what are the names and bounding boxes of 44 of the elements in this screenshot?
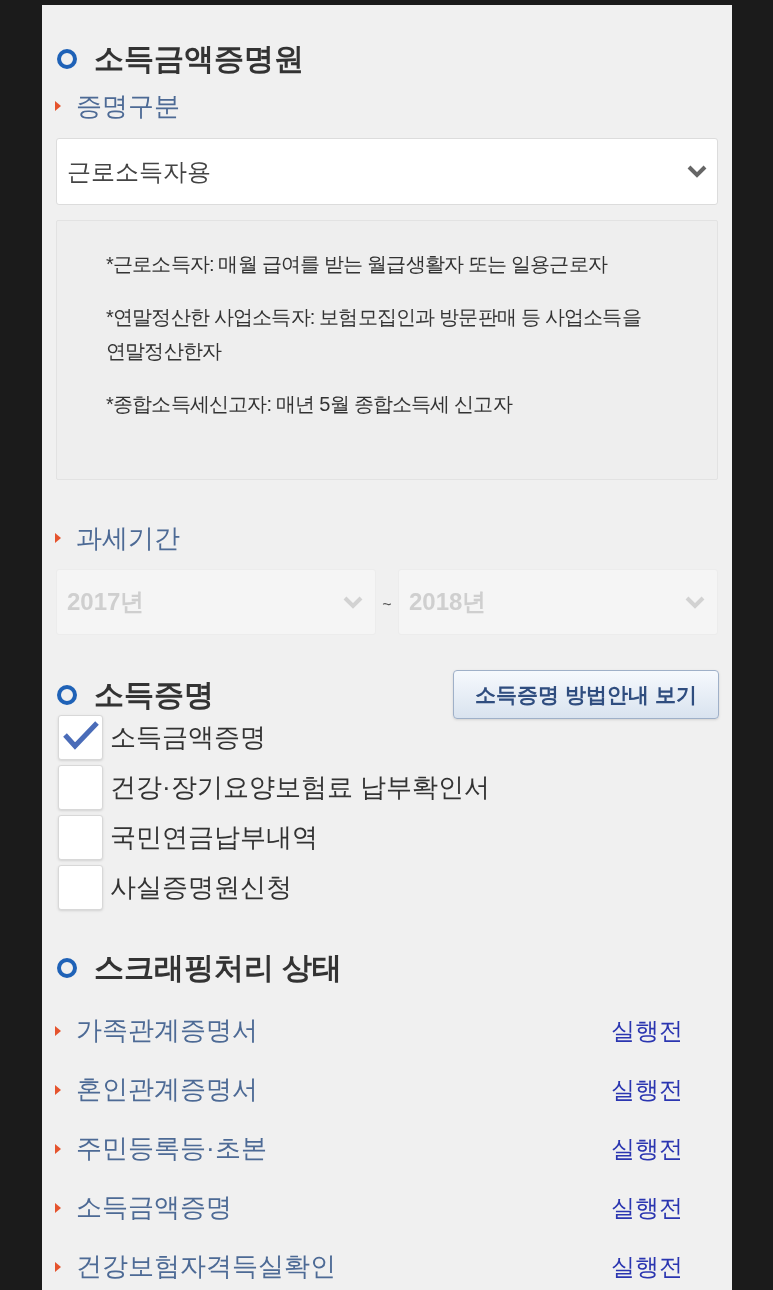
- document-name: 건강보험자격득실확인: [76, 1250, 336, 1283]
- triangle-icon: [55, 533, 61, 543]
- checkbox[interactable]: [58, 815, 103, 860]
- note-text: *근로소득자: 매월 급여를 받는 월급생활자 또는 일용근로자: [106, 252, 609, 277]
- checkbox-label: 사실증명원신청: [110, 871, 292, 904]
- separator-text: ~: [382, 595, 392, 615]
- status-text: 실행전: [611, 1192, 683, 1223]
- field-label: 증명구분: [76, 90, 180, 122]
- section-heading: 소득금액증명원: [94, 41, 304, 77]
- ring-icon: [57, 49, 77, 69]
- document-name: 가족관계증명서: [76, 1014, 258, 1047]
- document-name: 혼인관계증명서: [76, 1073, 258, 1106]
- checkbox-label: 국민연금납부내역: [110, 821, 318, 854]
- section-heading: 스크래핑처리 상태: [94, 950, 343, 986]
- field-label: 과세기간: [76, 522, 180, 554]
- chevron-icon: [685, 595, 705, 609]
- checkbox[interactable]: [58, 715, 103, 760]
- ring-icon: [57, 958, 77, 978]
- status-text: 실행전: [611, 1133, 683, 1164]
- ring-icon: [57, 684, 77, 705]
- document-name: 주민등록등·초본: [76, 1132, 267, 1165]
- note-text: *종합소득세신고자: 매년 5월 종합소득세 신고자: [106, 392, 514, 417]
- triangle-icon: [55, 101, 61, 111]
- note-text: *연말정산한 사업소득자: 보험모집인과 방문판매 등 사업소득을 연말정산한자: [106, 305, 642, 364]
- status-text: 실행전: [611, 1015, 683, 1046]
- chevron-icon: [687, 165, 707, 178]
- document-name: 소득금액증명: [76, 1191, 232, 1224]
- select-value: 근로소득자용: [67, 156, 211, 187]
- triangle-icon: [55, 1143, 61, 1154]
- triangle-icon: [55, 1261, 61, 1272]
- checkbox-label: 건강·장기요양보험료 납부확인서: [110, 771, 490, 804]
- section-heading: 소득증명: [94, 676, 214, 713]
- checkbox[interactable]: [58, 765, 103, 810]
- triangle-icon: [55, 1084, 61, 1095]
- triangle-icon: [55, 1025, 61, 1036]
- checkbox-label: 소득금액증명: [110, 721, 266, 754]
- status-text: 실행전: [611, 1074, 683, 1105]
- checkmark-icon: [61, 719, 100, 750]
- checkbox[interactable]: [58, 865, 103, 910]
- type-select[interactable]: 근로소득자용: [56, 138, 718, 205]
- status-text: 실행전: [611, 1251, 683, 1282]
- chevron-icon: [343, 595, 363, 609]
- triangle-icon: [55, 1202, 61, 1213]
- guide-button[interactable]: 소득증명 방법안내 보기: [453, 670, 719, 719]
